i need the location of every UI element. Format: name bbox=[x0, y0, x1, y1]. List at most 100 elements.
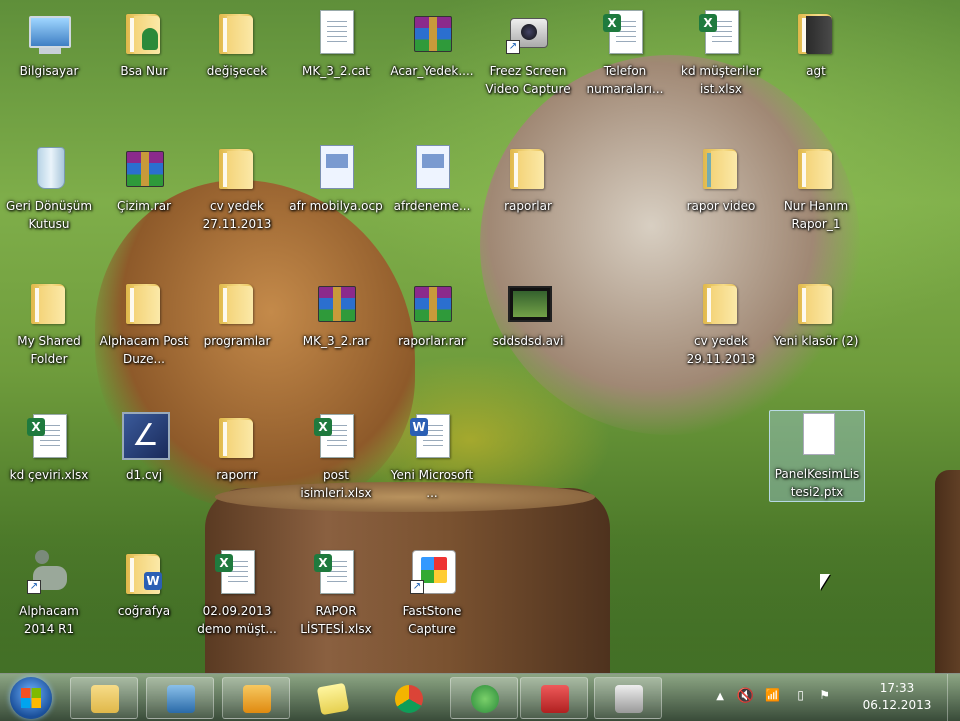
desktop-icon-label: raporlar bbox=[504, 199, 552, 213]
desktop-icon-cv-yedek-27[interactable]: cv yedek 27.11.2013 bbox=[190, 143, 284, 233]
desktop-icon-telefon[interactable]: X Telefon numaraları... bbox=[578, 8, 672, 98]
desktop-icon-yeni-klasor[interactable]: Yeni klasör (2) bbox=[769, 278, 863, 350]
folder-icon bbox=[25, 278, 73, 326]
show-desktop-button[interactable] bbox=[947, 674, 960, 721]
clock[interactable]: 17:33 06.12.2013 bbox=[852, 680, 942, 714]
desktop-icon-computer[interactable]: Bilgisayar bbox=[2, 8, 96, 80]
desktop-icon-label: coğrafya bbox=[117, 604, 171, 618]
desktop-icon-kd-musteriler[interactable]: X kd müşteriler ist.xlsx bbox=[674, 8, 768, 98]
network-signal-icon[interactable]: 📶 bbox=[765, 688, 780, 702]
desktop-icon-alphacam-post[interactable]: Alphacam Post Duze... bbox=[97, 278, 191, 368]
desktop-icon-kd-ceviri[interactable]: X kd çeviri.xlsx bbox=[2, 412, 96, 484]
desktop-icon-label: My Shared Folder bbox=[17, 334, 81, 366]
desktop-icon-label: RAPOR LİSTESİ.xlsx bbox=[300, 604, 372, 636]
desktop-icon-cv-yedek-29[interactable]: cv yedek 29.11.2013 bbox=[674, 278, 768, 368]
desktop-icon-label: rapor video bbox=[686, 199, 756, 213]
excel-file-icon: X bbox=[312, 412, 360, 460]
desktop-icon-label: Nur Hanım Rapor_1 bbox=[783, 199, 849, 231]
taskbar-item-chrome[interactable] bbox=[374, 677, 442, 719]
desktop-icon-raporlar-folder[interactable]: raporlar bbox=[481, 143, 575, 215]
excel-file-icon: X bbox=[25, 412, 73, 460]
desktop-icon-cografya[interactable]: W coğrafya bbox=[97, 548, 191, 620]
desktop-icon-label: d1.cvj bbox=[125, 468, 163, 482]
taskbar: ▲ 🔇 📶 ▯ ⚑ 17:33 06.12.2013 bbox=[0, 673, 960, 721]
desktop-icon-panelkesim[interactable]: PanelKesimLis tesi2.ptx bbox=[769, 410, 865, 502]
desktop-icon-afr-mobilya[interactable]: afr mobilya.ocp bbox=[289, 143, 383, 215]
desktop-icon-label: MK_3_2.cat bbox=[302, 64, 370, 78]
folder-icon bbox=[213, 8, 261, 56]
desktop-icon-label: agt bbox=[806, 64, 826, 78]
battery-icon[interactable]: ▯ bbox=[797, 688, 804, 702]
desktop-icon-rapor-listesi[interactable]: X RAPOR LİSTESİ.xlsx bbox=[289, 548, 383, 638]
excel-file-icon: X bbox=[601, 8, 649, 56]
desktop-icon-my-shared-folder[interactable]: My Shared Folder bbox=[2, 278, 96, 368]
desktop-icon-label: cv yedek 29.11.2013 bbox=[686, 334, 756, 366]
user-folder-icon bbox=[120, 8, 168, 56]
keyboard-app-icon bbox=[541, 685, 569, 713]
desktop-icon-label: Yeni klasör (2) bbox=[773, 334, 859, 348]
system-tray: ▲ 🔇 📶 ▯ ⚑ 17:33 06.12.2013 bbox=[700, 674, 960, 721]
desktop-icon-raporrr[interactable]: raporrr bbox=[190, 412, 284, 484]
desktop-icon-label: Yeni Microsoft ... bbox=[390, 468, 474, 500]
ocp-file-icon bbox=[312, 143, 360, 191]
desktop-icon-raporlar-rar[interactable]: raporlar.rar bbox=[385, 278, 479, 350]
taskbar-item-outlook[interactable] bbox=[222, 677, 290, 719]
desktop-icon-label: Freez Screen Video Capture bbox=[485, 64, 571, 96]
desktop-icon-yeni-microsoft[interactable]: W Yeni Microsoft ... bbox=[385, 412, 479, 502]
desktop-icon-post-isimleri[interactable]: X post isimleri.xlsx bbox=[289, 412, 383, 502]
desktop-icon-label: Alphacam 2014 R1 bbox=[19, 604, 79, 636]
desktop-icon-programlar[interactable]: programlar bbox=[190, 278, 284, 350]
taskbar-item-sticky-notes[interactable] bbox=[298, 677, 366, 719]
winrar-archive-icon bbox=[408, 8, 456, 56]
taskbar-item-kd-app[interactable] bbox=[146, 677, 214, 719]
taskbar-item-explorer[interactable] bbox=[70, 677, 138, 719]
desktop-icon-label: Bsa Nur bbox=[120, 64, 168, 78]
desktop-icon-acar-yedek[interactable]: Acar_Yedek.... bbox=[385, 8, 479, 80]
taskbar-item-keyboard-app[interactable] bbox=[520, 677, 588, 719]
windows-explorer-icon bbox=[91, 685, 119, 713]
desktop-icon-alphacam-2014[interactable]: ↗ Alphacam 2014 R1 bbox=[2, 548, 96, 638]
desktop: Bilgisayar Bsa Nur değişecek MK_3_2.cat … bbox=[0, 0, 960, 673]
desktop-icon-freez-screen[interactable]: ↗ Freez Screen Video Capture bbox=[481, 8, 575, 98]
cv-app-icon bbox=[471, 685, 499, 713]
clock-date: 06.12.2013 bbox=[862, 698, 932, 712]
desktop-icon-rapor-video[interactable]: rapor video bbox=[674, 143, 768, 215]
action-center-flag-icon[interactable]: ⚑ bbox=[819, 688, 830, 702]
desktop-icon-label: Bilgisayar bbox=[19, 64, 79, 78]
desktop-icon-recycle-bin[interactable]: Geri Dönüşüm Kutusu bbox=[2, 143, 96, 233]
desktop-icon-faststone[interactable]: ↗ FastStone Capture bbox=[385, 548, 479, 638]
shortcut-arrow-icon: ↗ bbox=[27, 580, 41, 594]
sticky-notes-icon bbox=[316, 682, 350, 716]
desktop-icon-degisecek[interactable]: değişecek bbox=[190, 8, 284, 80]
desktop-icon-label: sddsdsd.avi bbox=[492, 334, 564, 348]
desktop-icon-demo-musteri[interactable]: X 02.09.2013 demo müşt... bbox=[190, 548, 284, 638]
start-orb-icon[interactable] bbox=[10, 677, 52, 719]
desktop-icon-label: programlar bbox=[203, 334, 271, 348]
mouse-cursor-icon bbox=[820, 574, 830, 590]
taskbar-item-cv-app[interactable] bbox=[450, 677, 518, 719]
desktop-icon-agt[interactable]: agt bbox=[769, 8, 863, 80]
word-folder-icon: W bbox=[120, 548, 168, 596]
desktop-icon-mk-cat[interactable]: MK_3_2.cat bbox=[289, 8, 383, 80]
shortcut-arrow-icon: ↗ bbox=[410, 580, 424, 594]
desktop-icon-sddsdsd-avi[interactable]: sddsdsd.avi bbox=[481, 278, 575, 350]
desktop-icon-label: cv yedek 27.11.2013 bbox=[202, 199, 272, 231]
desktop-icon-cizim-rar[interactable]: Çizim.rar bbox=[97, 143, 191, 215]
show-hidden-icons-chevron[interactable]: ▲ bbox=[716, 691, 724, 702]
desktop-icon-afrdeneme[interactable]: afrdeneme... bbox=[385, 143, 479, 215]
desktop-icon-d1-cvj[interactable]: d1.cvj bbox=[97, 412, 191, 484]
desktop-icon-mk-rar[interactable]: MK_3_2.rar bbox=[289, 278, 383, 350]
chrome-icon bbox=[395, 685, 423, 713]
desktop-icon-label: afrdeneme... bbox=[393, 199, 471, 213]
excel-file-icon: X bbox=[312, 548, 360, 596]
winrar-archive-icon bbox=[312, 278, 360, 326]
document-stack-icon bbox=[312, 8, 360, 56]
wallpaper-stump-right bbox=[935, 470, 960, 673]
desktop-icon-label: değişecek bbox=[206, 64, 268, 78]
desktop-icon-bsa-nur[interactable]: Bsa Nur bbox=[97, 8, 191, 80]
desktop-icon-nur-hanim[interactable]: Nur Hanım Rapor_1 bbox=[769, 143, 863, 233]
shortcut-arrow-icon: ↗ bbox=[506, 40, 520, 54]
folder-icon bbox=[213, 412, 261, 460]
speaker-muted-icon[interactable]: 🔇 bbox=[737, 688, 754, 704]
taskbar-item-camera-app[interactable] bbox=[594, 677, 662, 719]
